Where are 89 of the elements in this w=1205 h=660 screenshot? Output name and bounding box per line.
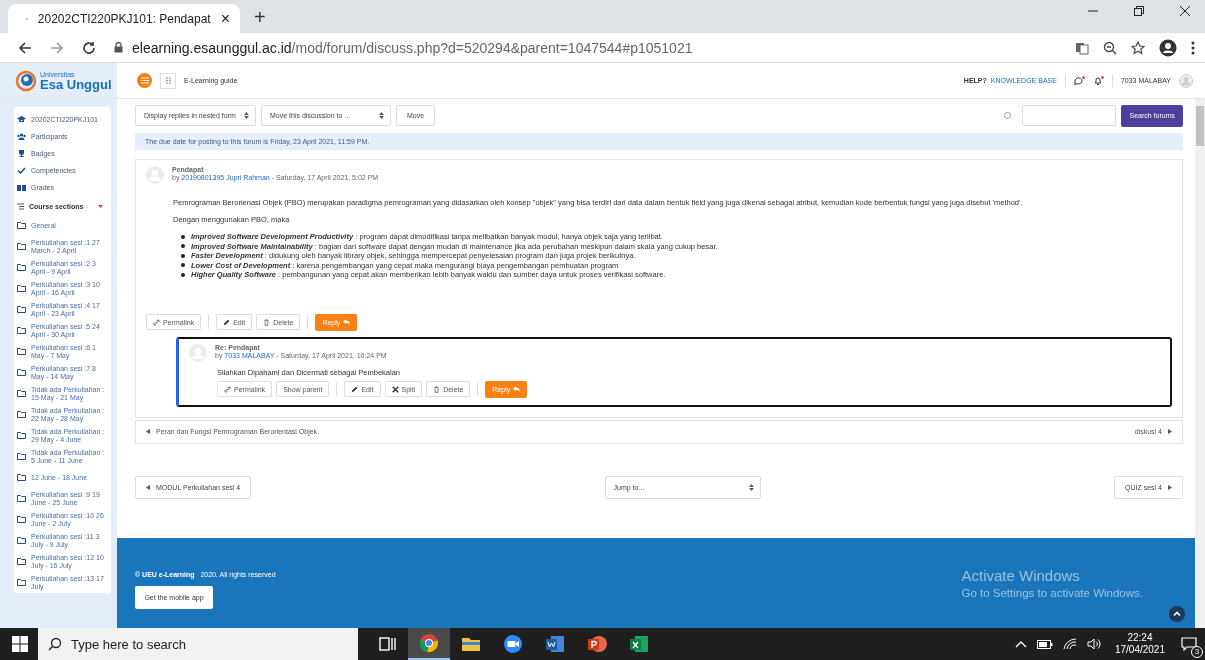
scroll-top-icon[interactable] — [1169, 606, 1185, 622]
notification-count: 3 — [1191, 646, 1203, 658]
folder-icon — [17, 264, 26, 271]
browser-tab[interactable]: 20202CTI220PKJ101: Pendapat × — [8, 4, 240, 33]
folder-icon — [17, 453, 26, 460]
chat-icon[interactable] — [1073, 75, 1085, 86]
word-document-icon — [544, 633, 566, 655]
caret-right-icon — [1168, 484, 1172, 490]
folder-icon — [17, 411, 26, 418]
battery-icon[interactable] — [1036, 639, 1053, 649]
star-icon[interactable] — [1131, 40, 1145, 55]
menu-icon[interactable] — [1191, 40, 1195, 55]
new-tab-button[interactable]: + — [254, 6, 266, 29]
lock-icon — [114, 42, 123, 53]
reload-icon[interactable] — [82, 40, 96, 55]
logo-text[interactable]: Esa Unggul — [40, 77, 112, 91]
sort-arrows-icon — [748, 483, 754, 491]
logo-icon[interactable] — [14, 69, 38, 92]
folder-icon — [17, 495, 26, 502]
activation-title: Activate Windows — [961, 567, 1081, 584]
pencil-icon — [351, 385, 359, 393]
taskbar-clock[interactable]: 22:24 17/04/2021 — [1114, 632, 1165, 656]
close-tab-button[interactable]: × — [220, 9, 230, 28]
search-icon — [48, 637, 62, 651]
cross-icon — [391, 385, 399, 393]
search-field[interactable] — [1022, 105, 1117, 126]
volume-icon[interactable] — [1086, 638, 1101, 650]
caret-left-icon — [146, 429, 150, 434]
menu-button[interactable] — [137, 73, 152, 88]
dots-icon — [165, 77, 171, 84]
presentation-icon — [586, 633, 608, 655]
restore-icon[interactable] — [1133, 4, 1145, 17]
close-icon[interactable] — [1179, 4, 1191, 17]
folder-icon — [17, 243, 26, 250]
bullet-icon — [181, 234, 185, 239]
url-text[interactable]: elearning.esaunggul.ac.id/mod/forum/discuss.php?d=520294&parent=1047544#p1051021 — [132, 39, 693, 56]
browser-icon — [418, 632, 440, 654]
folder-icon — [17, 390, 26, 397]
trash-icon — [433, 385, 441, 393]
pencil-icon — [223, 318, 231, 326]
sort-arrows-icon — [244, 112, 249, 119]
back-icon[interactable] — [18, 40, 32, 55]
folder-icon — [17, 516, 26, 523]
checkmark-icon — [17, 167, 26, 174]
tab-title: 20202CTI220PKJ101: Pendapat — [37, 11, 211, 26]
chevron-up-icon[interactable] — [1014, 640, 1027, 648]
folder-icon — [17, 306, 26, 313]
hamburger-icon — [140, 77, 149, 84]
caret-down-icon[interactable] — [98, 204, 103, 209]
list-icon — [17, 203, 24, 210]
bullet-icon — [181, 244, 185, 249]
bell-icon[interactable] — [1092, 75, 1104, 86]
taskbar-search-field[interactable]: Type here to search — [38, 628, 358, 660]
folder-icon — [17, 474, 26, 481]
reply-arrow-icon — [513, 386, 521, 392]
users-icon — [17, 133, 26, 140]
graduation-cap-icon — [17, 116, 26, 123]
scrollbar[interactable] — [1195, 99, 1205, 628]
translate-icon[interactable] — [1075, 40, 1089, 55]
wifi-icon[interactable] — [1062, 638, 1077, 650]
bullet-icon — [181, 272, 185, 277]
folder-icon — [17, 348, 26, 355]
bullet-icon — [181, 253, 185, 258]
sort-arrows-icon — [379, 112, 384, 119]
folder-icon — [17, 558, 26, 565]
folder-icon — [17, 327, 26, 334]
folder-icon — [17, 432, 26, 439]
video-camera-icon — [502, 633, 524, 655]
caret-right-icon — [1168, 429, 1172, 434]
activation-text: Go to Settings to activate Windows. — [961, 587, 1143, 599]
profile-icon[interactable] — [1159, 38, 1177, 57]
caret-left-icon — [146, 484, 150, 490]
spreadsheet-icon — [628, 633, 650, 655]
notification-icon[interactable] — [1181, 637, 1197, 651]
link-icon — [153, 318, 160, 326]
link-icon — [224, 385, 231, 393]
folder-icon — [17, 369, 26, 376]
bullet-icon — [181, 263, 185, 268]
folder-icon — [17, 222, 26, 229]
trophy-icon — [17, 150, 26, 157]
zoom-icon[interactable] — [1103, 40, 1117, 55]
windows-logo-icon[interactable] — [12, 636, 28, 652]
forward-icon[interactable] — [50, 40, 64, 55]
folder-icon — [17, 579, 26, 586]
folder-icon — [17, 537, 26, 544]
reply-arrow-icon — [343, 319, 351, 325]
book-icon — [17, 184, 26, 191]
folder-icon — [17, 285, 26, 292]
trash-icon — [263, 318, 271, 326]
